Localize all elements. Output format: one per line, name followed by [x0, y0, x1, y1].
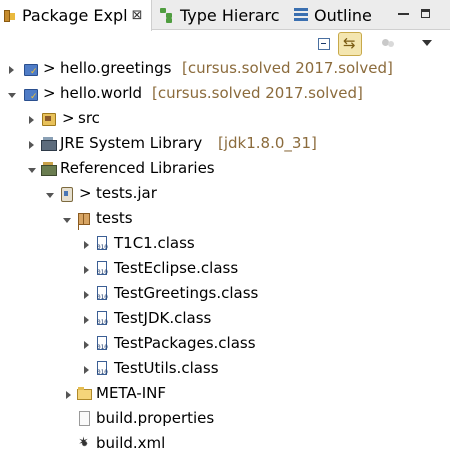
- tree-item-jre-system-library[interactable]: JRE System Library [jdk1.8.0_31]: [0, 132, 450, 157]
- view-tab-bar: Package Expl ⊠ Type Hierarc Outline: [0, 0, 450, 31]
- referenced-libraries-icon: [41, 161, 57, 177]
- tree-item-label: tests: [96, 209, 133, 227]
- project-icon: [23, 86, 39, 102]
- tree-item-label: tests.jar: [96, 184, 157, 202]
- jar-icon: [59, 186, 75, 202]
- expand-arrow-icon[interactable]: [83, 341, 91, 349]
- library-icon: [41, 136, 57, 152]
- class-file-icon: [95, 286, 111, 302]
- project-icon: [23, 61, 39, 77]
- tree-item-decoration: [cursus.solved 2017.solved]: [152, 84, 363, 102]
- collapse-arrow-icon[interactable]: [28, 166, 36, 174]
- tree-item-hello-greetings[interactable]: > hello.greetings [cursus.solved 2017.so…: [0, 57, 450, 82]
- xml-file-icon: [77, 435, 93, 452]
- tree-item-src[interactable]: > src: [0, 107, 450, 132]
- folder-icon: [77, 386, 93, 402]
- tree-item-label: META-INF: [96, 384, 167, 402]
- tree-item-build-properties[interactable]: build.properties: [0, 407, 450, 432]
- expand-arrow-icon[interactable]: [28, 116, 36, 124]
- tree-item-meta-inf[interactable]: META-INF: [0, 382, 450, 407]
- tree-item-tests-jar[interactable]: > tests.jar: [0, 182, 450, 207]
- expand-arrow-icon[interactable]: [83, 316, 91, 324]
- link-with-editor-icon[interactable]: [338, 32, 362, 56]
- tree-item-label: build.xml: [96, 434, 166, 452]
- class-file-icon: [95, 261, 111, 277]
- tree-item-decoration: [cursus.solved 2017.solved]: [182, 59, 393, 77]
- minimize-icon[interactable]: [398, 13, 409, 15]
- outline-icon: [294, 8, 308, 22]
- tree-item-label: hello.greetings: [60, 59, 172, 77]
- tab-label: Outline: [314, 5, 372, 25]
- tree-item-referenced-libraries[interactable]: Referenced Libraries: [0, 157, 450, 182]
- dirty-marker: >: [79, 184, 92, 202]
- tree-item-label: JRE System Library: [60, 134, 203, 152]
- collapse-arrow-icon[interactable]: [46, 191, 54, 199]
- dirty-marker: >: [62, 109, 75, 127]
- close-icon[interactable]: ⊠: [132, 8, 143, 23]
- tab-package-explorer[interactable]: Package Expl ⊠: [0, 0, 152, 31]
- view-menu-icon[interactable]: [420, 35, 438, 53]
- class-file-icon: [95, 311, 111, 327]
- package-explorer-icon: [4, 9, 16, 23]
- expand-arrow-icon[interactable]: [65, 391, 73, 399]
- class-file-icon: [95, 236, 111, 252]
- tree-item-label: TestEclipse.class: [114, 259, 239, 277]
- tree-item-class[interactable]: TestPackages.class: [0, 332, 450, 357]
- expand-arrow-icon[interactable]: [83, 291, 91, 299]
- tree-item-hello-world[interactable]: > hello.world [cursus.solved 2017.solved…: [0, 82, 450, 107]
- tree-item-label: TestGreetings.class: [114, 284, 259, 302]
- type-hierarchy-icon: [160, 7, 174, 23]
- tab-outline[interactable]: Outline: [290, 0, 380, 30]
- tree-item-label: hello.world: [60, 84, 143, 102]
- tree-item-class[interactable]: TestEclipse.class: [0, 257, 450, 282]
- package-icon: [77, 211, 93, 227]
- expand-arrow-icon[interactable]: [8, 66, 16, 74]
- collapse-arrow-icon[interactable]: [63, 216, 71, 224]
- tree-item-tests-package[interactable]: tests: [0, 207, 450, 232]
- tab-type-hierarchy[interactable]: Type Hierarc: [156, 0, 286, 30]
- tab-label: Package Expl: [22, 6, 128, 25]
- expand-arrow-icon[interactable]: [83, 241, 91, 249]
- tree-item-build-xml[interactable]: build.xml: [0, 432, 450, 457]
- tree-item-label: TestJDK.class: [114, 309, 212, 327]
- tree-item-label: T1C1.class: [114, 234, 195, 252]
- tree-item-label: TestPackages.class: [114, 334, 256, 352]
- expand-arrow-icon[interactable]: [83, 266, 91, 274]
- source-folder-icon: [41, 111, 57, 127]
- collapse-arrow-icon[interactable]: [8, 91, 16, 99]
- class-file-icon: [95, 336, 111, 352]
- expand-arrow-icon[interactable]: [28, 141, 36, 149]
- tree-item-class[interactable]: TestJDK.class: [0, 307, 450, 332]
- file-icon: [77, 411, 93, 427]
- tree-item-class[interactable]: TestGreetings.class: [0, 282, 450, 307]
- tree-item-class[interactable]: TestUtils.class: [0, 357, 450, 382]
- maximize-icon[interactable]: [421, 9, 430, 18]
- collapse-all-icon[interactable]: [317, 35, 335, 53]
- tree-item-decoration: [jdk1.8.0_31]: [218, 134, 317, 152]
- tree-item-label: Referenced Libraries: [60, 159, 215, 177]
- class-file-icon: [95, 361, 111, 377]
- expand-arrow-icon[interactable]: [83, 366, 91, 374]
- dirty-marker: >: [43, 84, 56, 102]
- tree-item-label: src: [78, 109, 100, 127]
- dirty-marker: >: [43, 59, 56, 77]
- tree-item-label: TestUtils.class: [114, 359, 219, 377]
- filter-icon[interactable]: [380, 35, 398, 53]
- tab-label: Type Hierarc: [180, 5, 280, 25]
- tree-item-class[interactable]: T1C1.class: [0, 232, 450, 257]
- tree-item-label: build.properties: [96, 409, 215, 427]
